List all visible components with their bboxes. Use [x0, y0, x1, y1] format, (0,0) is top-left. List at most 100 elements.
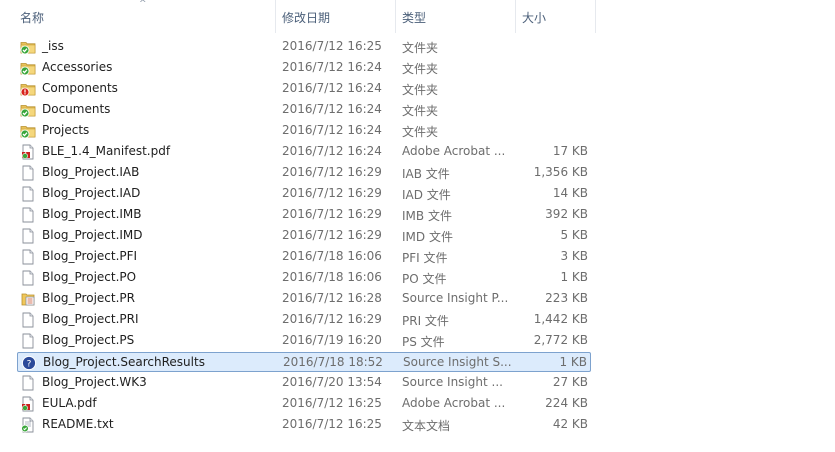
file-row[interactable]: Blog_Project.IMB 2016/7/12 16:29 IMB 文件 392…: [17, 205, 591, 225]
file-name: Documents: [42, 102, 111, 116]
file-name: BLE_1.4_Manifest.pdf: [42, 144, 171, 158]
file-name: Blog_Project.IAD: [42, 186, 141, 200]
file-row[interactable]: Documents 2016/7/12 16:24 文件夹: [17, 100, 591, 120]
folder-sync-error-icon: [20, 81, 36, 97]
file-name: Blog_Project.WK3: [42, 375, 147, 389]
column-header-date-modified[interactable]: 修改日期: [276, 0, 396, 33]
file-type: 文件夹: [402, 83, 439, 97]
file-name: Components: [42, 81, 118, 95]
file-row-selected[interactable]: ? Blog_Project.SearchResults 2016/7/18 18:…: [17, 352, 591, 372]
file-size: 42 KB: [552, 417, 588, 431]
folder-sync-ok-icon: [20, 102, 36, 118]
file-date-modified: 2016/7/12 16:29: [282, 186, 382, 200]
text-file-sync-ok-icon: [20, 417, 36, 433]
file-row[interactable]: Blog_Project.IMD 2016/7/12 16:29 IMD 文件 5 K…: [17, 226, 591, 246]
column-header-bar: ^ 名称 修改日期 类型 大小: [0, 0, 835, 33]
file-name: Blog_Project.IMB: [42, 207, 142, 221]
file-type: Adobe Acrobat ...: [402, 396, 506, 410]
file-date-modified: 2016/7/12 16:29: [282, 312, 382, 326]
file-type: IMD 文件: [402, 230, 453, 244]
column-header-label: 修改日期: [282, 11, 331, 25]
file-date-modified: 2016/7/12 16:24: [282, 81, 382, 95]
file-date-modified: 2016/7/12 16:29: [282, 207, 382, 221]
generic-file-icon: [20, 333, 36, 349]
file-row[interactable]: Blog_Project.IAB 2016/7/12 16:29 IAB 文件 1,3…: [17, 163, 591, 183]
unknown-file-icon: ?: [21, 355, 37, 371]
file-row[interactable]: Blog_Project.PFI 2016/7/18 16:06 PFI 文件 3 K…: [17, 247, 591, 267]
file-size: 27 KB: [552, 375, 588, 389]
file-name: Blog_Project.PS: [42, 333, 135, 347]
file-name: Blog_Project.SearchResults: [43, 355, 205, 369]
file-size: 5 KB: [560, 228, 588, 242]
file-size: 17 KB: [552, 144, 588, 158]
file-date-modified: 2016/7/12 16:24: [282, 144, 382, 158]
generic-file-icon: [20, 228, 36, 244]
generic-file-icon: [20, 312, 36, 328]
file-size: 392 KB: [545, 207, 588, 221]
file-type: PFI 文件: [402, 251, 448, 265]
file-type: 文件夹: [402, 62, 439, 76]
file-name: Blog_Project.PFI: [42, 249, 138, 263]
file-date-modified: 2016/7/12 16:29: [282, 165, 382, 179]
generic-file-icon: [20, 186, 36, 202]
file-row[interactable]: Blog_Project.PS 2016/7/19 16:20 PS 文件 2,772…: [17, 331, 591, 351]
column-header-size[interactable]: 大小: [516, 0, 596, 33]
file-date-modified: 2016/7/12 16:24: [282, 102, 382, 116]
file-row[interactable]: Blog_Project.PRI 2016/7/12 16:29 PRI 文件 1,4…: [17, 310, 591, 330]
file-date-modified: 2016/7/18 16:06: [282, 270, 382, 284]
file-name: Blog_Project.PR: [42, 291, 135, 305]
svg-text:?: ?: [27, 359, 32, 369]
file-row[interactable]: Blog_Project.PR 2016/7/12 16:28 Source Ins…: [17, 289, 591, 309]
column-header-name[interactable]: ^ 名称: [0, 0, 276, 33]
column-header-label: 类型: [402, 11, 427, 25]
file-type: Source Insight S...: [403, 355, 512, 369]
file-size: 3 KB: [560, 249, 588, 263]
folder-sync-ok-icon: [20, 39, 36, 55]
file-type: IAD 文件: [402, 188, 451, 202]
file-size: 1 KB: [560, 270, 588, 284]
file-name: EULA.pdf: [42, 396, 97, 410]
folder-sync-ok-icon: [20, 60, 36, 76]
file-type: 文本文档: [402, 419, 451, 433]
pdf-file-icon: [20, 144, 36, 160]
file-row[interactable]: Accessories 2016/7/12 16:24 文件夹: [17, 58, 591, 78]
file-size: 1,356 KB: [533, 165, 588, 179]
file-size: 1 KB: [559, 355, 587, 369]
file-type: IMB 文件: [402, 209, 452, 223]
sort-ascending-icon: ^: [139, 0, 147, 9]
generic-file-icon: [20, 207, 36, 223]
file-row[interactable]: Components 2016/7/12 16:24 文件夹: [17, 79, 591, 99]
file-row[interactable]: Blog_Project.PO 2016/7/18 16:06 PO 文件 1 KB: [17, 268, 591, 288]
file-type: 文件夹: [402, 41, 439, 55]
column-header-type[interactable]: 类型: [396, 0, 516, 33]
file-date-modified: 2016/7/18 16:06: [282, 249, 382, 263]
pdf-file-icon: [20, 396, 36, 412]
file-type: 文件夹: [402, 125, 439, 139]
file-row[interactable]: README.txt 2016/7/12 16:25 文本文档 42 KB: [17, 415, 591, 435]
file-type: Source Insight P...: [402, 291, 509, 305]
file-row[interactable]: EULA.pdf 2016/7/12 16:25 Adobe Acrobat ...…: [17, 394, 591, 414]
file-row[interactable]: _iss 2016/7/12 16:25 文件夹: [17, 37, 591, 57]
file-date-modified: 2016/7/12 16:25: [282, 39, 382, 53]
file-name: Accessories: [42, 60, 113, 74]
file-date-modified: 2016/7/12 16:24: [282, 123, 382, 137]
generic-file-icon: [20, 165, 36, 181]
file-date-modified: 2016/7/12 16:24: [282, 60, 382, 74]
file-type: Adobe Acrobat ...: [402, 144, 506, 158]
file-date-modified: 2016/7/12 16:25: [282, 396, 382, 410]
file-row[interactable]: BLE_1.4_Manifest.pdf 2016/7/12 16:24 Adobe…: [17, 142, 591, 162]
file-type: 文件夹: [402, 104, 439, 118]
file-name: Blog_Project.IAB: [42, 165, 140, 179]
source-insight-project-icon: [20, 291, 36, 307]
file-size: 14 KB: [552, 186, 588, 200]
file-size: 224 KB: [545, 396, 588, 410]
file-date-modified: 2016/7/12 16:29: [282, 228, 382, 242]
file-row[interactable]: Projects 2016/7/12 16:24 文件夹: [17, 121, 591, 141]
file-row[interactable]: Blog_Project.IAD 2016/7/12 16:29 IAD 文件 14 …: [17, 184, 591, 204]
file-size: 223 KB: [545, 291, 588, 305]
file-name: Blog_Project.PO: [42, 270, 137, 284]
file-type: IAB 文件: [402, 167, 450, 181]
file-row[interactable]: Blog_Project.WK3 2016/7/20 13:54 Source In…: [17, 373, 591, 393]
file-name: Blog_Project.PRI: [42, 312, 139, 326]
generic-file-icon: [20, 270, 36, 286]
